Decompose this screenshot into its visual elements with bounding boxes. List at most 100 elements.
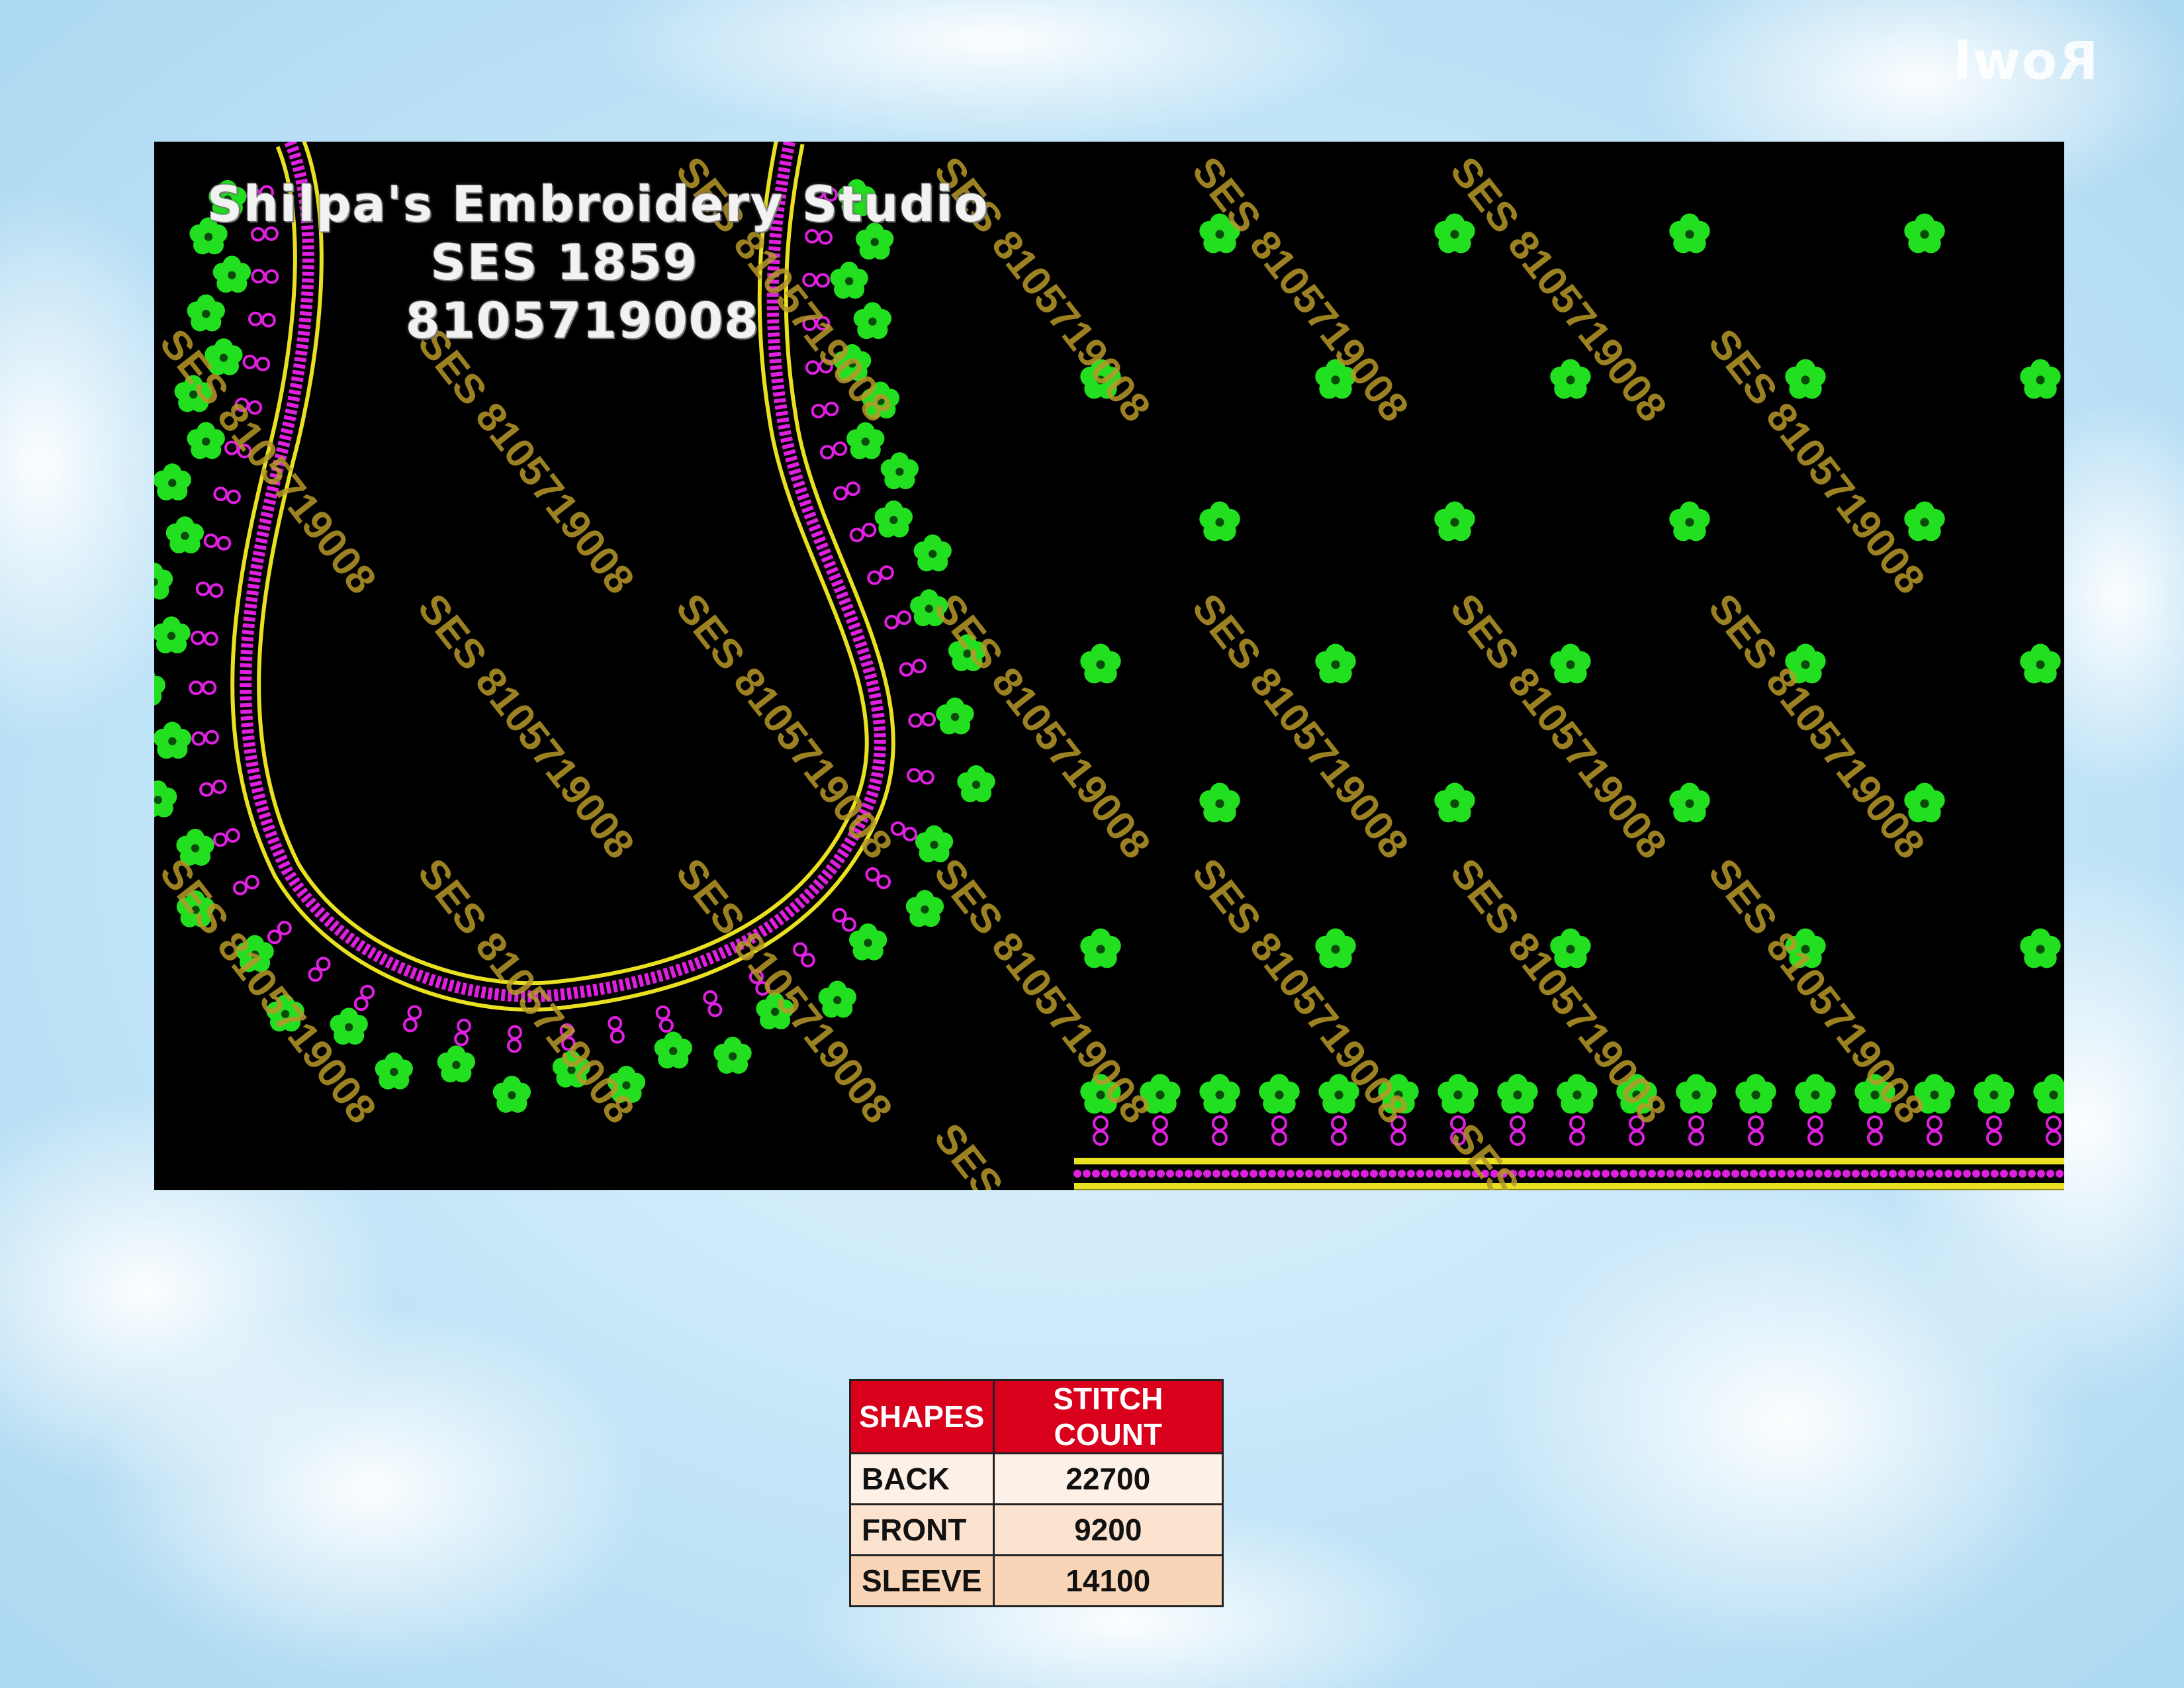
flower-motif	[1434, 213, 1475, 254]
border-bead	[1880, 1170, 1888, 1178]
flower-motif	[1199, 782, 1240, 823]
bead-chain	[261, 312, 276, 328]
flower-motif	[1550, 643, 1591, 684]
border-bead	[1796, 1170, 1804, 1178]
bead-chain	[277, 920, 292, 935]
flower-motif	[1735, 1074, 1776, 1114]
bead-chain	[911, 659, 927, 674]
border-bead	[1963, 1170, 1971, 1178]
bead-chain	[1748, 1115, 1764, 1131]
bead-chain	[232, 880, 248, 896]
flower-motif	[2020, 359, 2061, 399]
flower-motif	[437, 1045, 476, 1083]
border-bead	[1120, 1170, 1128, 1178]
border-bead	[1277, 1170, 1285, 1178]
bead-chain	[248, 311, 263, 326]
flower-motif	[1199, 1074, 1240, 1114]
flower-motif	[957, 765, 995, 802]
border-bead	[1676, 1170, 1684, 1178]
border-bead	[1175, 1170, 1183, 1178]
flower-motif	[936, 697, 974, 735]
border-bead	[2009, 1170, 2017, 1178]
flower-motif	[1437, 1074, 1479, 1114]
flower-motif	[915, 825, 954, 863]
bead-chain	[1390, 1130, 1406, 1146]
border-bead	[1111, 1170, 1118, 1178]
border-bead	[1620, 1170, 1628, 1178]
bead-chain	[845, 481, 860, 496]
bead-chain	[255, 356, 271, 371]
border-bead	[1333, 1170, 1341, 1178]
flower-motif	[874, 500, 913, 538]
bead-chain	[867, 570, 882, 585]
flower-motif	[1434, 782, 1475, 823]
border-bead	[1629, 1170, 1637, 1178]
flower-motif	[913, 534, 952, 572]
border-bead	[1648, 1170, 1656, 1178]
bead-chain	[1986, 1115, 2002, 1131]
border-bead	[1639, 1170, 1647, 1178]
border-bead	[1370, 1170, 1378, 1178]
flower-motif	[212, 256, 251, 293]
border-bead	[1833, 1170, 1841, 1178]
border-bead	[1240, 1170, 1248, 1178]
bead-chain	[815, 273, 831, 288]
bead-chain	[402, 1017, 418, 1033]
border-bead	[1361, 1170, 1369, 1178]
bead-chain	[1152, 1130, 1168, 1146]
border-bead	[1259, 1170, 1267, 1178]
bead-chain	[818, 230, 833, 245]
embroidery-design-canvas: SES 8105719008 SES 8105719008 SES 81057190…	[154, 142, 2064, 1190]
bead-chain	[1569, 1115, 1585, 1131]
flower-motif	[1315, 928, 1356, 968]
border-bead	[1722, 1170, 1730, 1178]
bead-chain	[267, 929, 282, 945]
bead-chain	[655, 1005, 670, 1020]
bead-chain	[707, 1002, 723, 1017]
flower-motif	[1550, 359, 1591, 399]
flower-motif	[1199, 501, 1240, 541]
border-bead	[1592, 1170, 1600, 1178]
flower-motif	[1676, 1074, 1717, 1114]
bead-chain	[1986, 1130, 2002, 1146]
flower-motif	[492, 1076, 531, 1113]
border-bead	[1537, 1170, 1545, 1178]
border-bead	[1527, 1170, 1535, 1178]
border-bead	[1843, 1170, 1850, 1178]
bead-chain	[1867, 1115, 1883, 1131]
border-bead	[1778, 1170, 1786, 1178]
border-bead	[1314, 1170, 1322, 1178]
border-bead	[1379, 1170, 1387, 1178]
bead-chain	[811, 403, 826, 418]
border-bead	[1972, 1170, 1980, 1178]
bead-chain	[1510, 1115, 1525, 1131]
flower-motif	[2020, 928, 2061, 968]
bead-chain	[1927, 1115, 1942, 1131]
flower-motif	[1080, 643, 1121, 684]
bead-chain	[190, 630, 205, 645]
bead-chain	[212, 779, 227, 794]
flower-motif	[713, 1037, 752, 1074]
border-bead	[1602, 1170, 1610, 1178]
bead-chain	[862, 522, 877, 538]
border-bead	[1704, 1170, 1711, 1178]
bead-chain	[884, 614, 899, 630]
bead-chain	[879, 565, 894, 581]
flower-motif	[1669, 782, 1710, 823]
bead-chain	[899, 662, 914, 677]
studio-code: SES 1859	[430, 234, 699, 291]
bead-chain	[454, 1031, 469, 1047]
border-bead	[1203, 1170, 1211, 1178]
border-bead	[1555, 1170, 1563, 1178]
bead-chain	[1807, 1130, 1823, 1146]
border-bead	[1092, 1170, 1100, 1178]
bead-chain	[216, 536, 232, 551]
border-bead	[1583, 1170, 1591, 1178]
flower-motif	[154, 722, 192, 759]
border-bead	[1666, 1170, 1674, 1178]
bead-chain	[456, 1018, 471, 1033]
border-bead	[1268, 1170, 1276, 1178]
flower-motif	[375, 1052, 413, 1090]
bead-chain	[897, 610, 912, 626]
brand-logo: Rowl	[1952, 32, 2099, 91]
